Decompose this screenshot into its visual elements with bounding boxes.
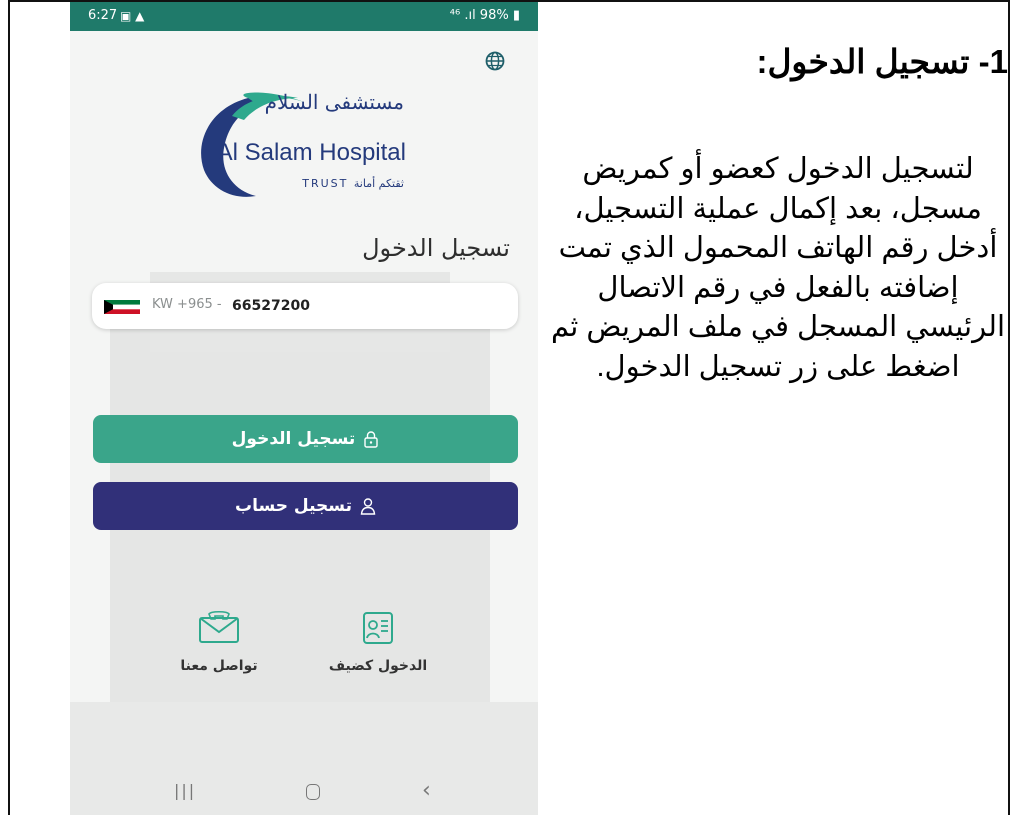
register-button-label: تسجيل حساب [235, 496, 352, 516]
guest-login-label: الدخول كضيف [328, 658, 428, 674]
guest-login-option[interactable]: الدخول كضيف [323, 610, 433, 674]
android-navigation-bar: ||| ‹ [70, 772, 538, 815]
contact-us-label: تواصل معنا [180, 658, 258, 674]
globe-icon[interactable] [484, 50, 506, 72]
home-button[interactable] [306, 784, 320, 800]
user-icon [360, 498, 376, 515]
login-button[interactable]: تسجيل الدخول [93, 415, 518, 463]
phone-screenshot: 6:27 ▣ ▲ ⁴⁶ .ıl 98% ▮ مستشفى السلام Al S… [70, 2, 538, 815]
page-border-left [8, 0, 10, 815]
logo-english-name: Al Salam Hospital [216, 139, 406, 166]
login-heading: تسجيل الدخول [362, 234, 510, 262]
instruction-body: لتسجيل الدخول كعضو أو كمريض مسجل، بعد إك… [550, 153, 1006, 383]
phone-number-input[interactable] [232, 292, 412, 320]
id-card-icon [363, 612, 393, 644]
lock-icon [364, 431, 379, 448]
status-time: 6:27 [88, 8, 118, 23]
phone-number-field[interactable]: KW +965 - [92, 283, 518, 329]
register-button[interactable]: تسجيل حساب [93, 482, 518, 530]
phone-envelope-icon [199, 610, 239, 643]
logo-tagline: TRUST ثقتكم أمانة [302, 177, 404, 190]
login-button-label: تسجيل الدخول [231, 429, 356, 449]
status-bar: 6:27 ▣ ▲ ⁴⁶ .ıl 98% ▮ [70, 2, 538, 31]
battery-signal-status: ⁴⁶ .ıl 98% ▮ [449, 8, 520, 23]
instruction-title: 1- تسجيل الدخول: [756, 43, 1008, 80]
recents-button[interactable]: ||| [174, 781, 196, 800]
kuwait-flag-icon[interactable] [104, 300, 140, 314]
back-button[interactable]: ‹ [422, 778, 431, 803]
contact-us-option[interactable]: تواصل معنا [164, 610, 274, 674]
country-code-select[interactable]: KW +965 - [152, 297, 222, 312]
notification-icons: ▣ ▲ [120, 9, 145, 23]
logo-arabic-name: مستشفى السلام [264, 90, 404, 114]
